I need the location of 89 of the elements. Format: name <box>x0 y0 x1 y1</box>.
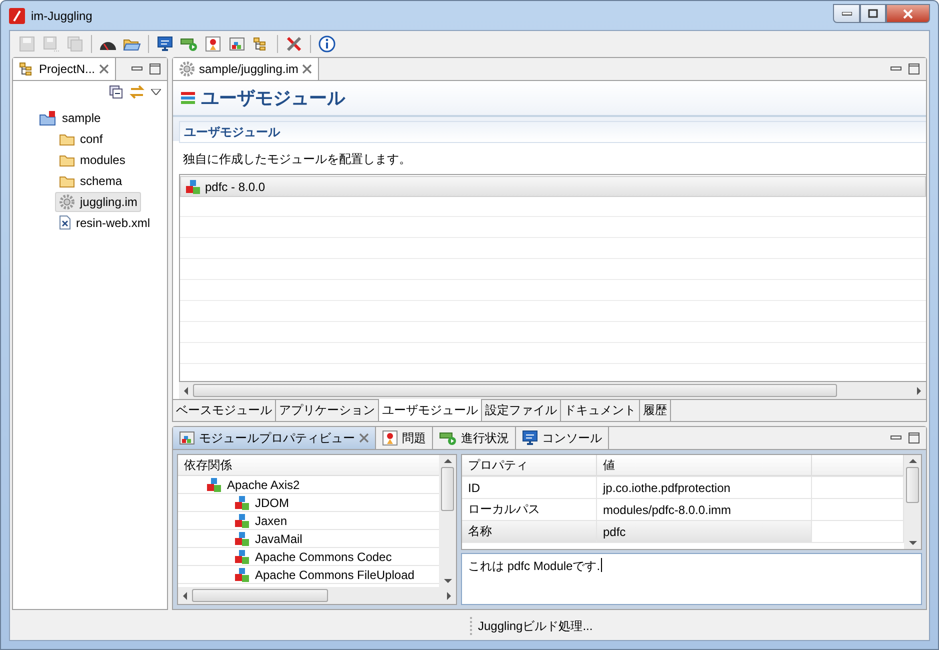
tree-item[interactable]: conf <box>55 130 107 148</box>
left-arrow-icon <box>183 386 189 394</box>
dependency-name: Jaxen <box>255 514 288 528</box>
blocks-icon <box>234 548 250 564</box>
up-arrow-icon <box>908 458 916 464</box>
module-row[interactable]: pdfc - 8.0.0 <box>180 176 926 197</box>
page-tab[interactable]: 履歴 <box>640 400 671 421</box>
dependency-name: Apache Commons FileUpload <box>255 568 414 582</box>
file-icon <box>59 215 71 230</box>
maximize-icon <box>908 432 920 444</box>
right-arrow-icon <box>446 592 452 600</box>
maximize-icon <box>868 9 878 18</box>
column-header[interactable]: 値 <box>597 455 812 476</box>
description-field[interactable]: これは pdfc Moduleです. <box>461 553 922 605</box>
minimize-button[interactable] <box>833 4 860 23</box>
vertical-scrollbar[interactable] <box>904 455 921 549</box>
blocks-icon <box>234 494 250 510</box>
blocks-icon <box>206 476 222 492</box>
stack-icon <box>181 91 195 105</box>
table-cell: 名称 <box>462 521 597 542</box>
floppy-disks-icon <box>67 36 83 52</box>
editor-tab[interactable]: sample/juggling.im <box>173 58 320 80</box>
minimize-icon <box>842 12 852 16</box>
page-tab[interactable]: 設定ファイル <box>482 400 561 421</box>
gear-icon <box>59 194 75 210</box>
folder-icon <box>59 132 75 146</box>
blocks-icon <box>185 178 201 194</box>
link-arrows-icon <box>129 85 145 99</box>
table-cell: jp.co.iothe.pdfprotection <box>597 477 812 498</box>
app-logo-icon <box>9 8 25 24</box>
monitor-icon <box>522 430 538 446</box>
close-icon <box>99 64 110 74</box>
vertical-scrollbar[interactable] <box>439 455 456 587</box>
close-button[interactable] <box>886 4 930 23</box>
folder-icon <box>59 174 75 188</box>
status-text: Jugglingビルド処理... <box>478 618 593 634</box>
blocks-icon <box>234 512 250 528</box>
problems-icon <box>205 36 221 52</box>
gear-icon <box>179 61 195 77</box>
maximize-button[interactable] <box>860 4 886 23</box>
collapse-all-icon <box>109 85 123 99</box>
table-cell: modules/pdfc-8.0.0.imm <box>597 499 812 520</box>
blocks-icon <box>234 566 250 582</box>
maximize-icon <box>908 63 920 75</box>
info-icon <box>318 35 336 53</box>
maximize-icon <box>149 63 161 75</box>
window-title: im-Juggling <box>31 8 92 22</box>
problems-icon <box>382 430 398 446</box>
table-cell: ID <box>462 477 597 498</box>
tree-item[interactable]: sample <box>35 108 105 128</box>
up-arrow-icon <box>444 458 452 464</box>
view-tab[interactable]: ProjectN... <box>13 58 116 80</box>
horizontal-scrollbar[interactable] <box>178 587 456 604</box>
close-icon <box>302 64 312 74</box>
section-description: 独自に作成したモジュールを配置します。 <box>182 151 412 168</box>
dependency-name: JDOM <box>255 496 289 510</box>
tree-item[interactable]: resin-web.xml <box>55 213 154 232</box>
page-tab[interactable]: ユーザモジュール <box>379 399 482 421</box>
dependency-name: Apache Axis2 <box>227 478 300 492</box>
progress-icon <box>180 36 198 52</box>
project-folder-icon <box>39 110 57 126</box>
horizontal-scrollbar[interactable] <box>179 382 926 399</box>
section-title: ユーザモジュール <box>179 121 926 143</box>
close-icon <box>359 433 369 443</box>
right-arrow-icon <box>916 386 922 394</box>
progress-icon <box>439 430 457 446</box>
page-heading: ユーザモジュール <box>201 87 345 110</box>
down-arrow-icon <box>908 540 916 546</box>
dependency-name: Apache Commons Codec <box>255 550 392 564</box>
tree-item[interactable]: schema <box>55 172 126 190</box>
dependency-name: JavaMail <box>255 532 302 546</box>
left-arrow-icon <box>182 592 188 600</box>
monitor-icon <box>157 36 173 52</box>
window-icon <box>229 36 245 52</box>
table-cell: pdfc <box>597 521 812 542</box>
folder-icon <box>59 152 75 166</box>
column-header[interactable]: プロパティ <box>462 455 597 476</box>
down-arrow-icon <box>444 578 452 584</box>
dropdown-icon <box>151 89 161 95</box>
blocks-icon <box>234 530 250 546</box>
close-icon <box>903 8 913 18</box>
tree-item[interactable]: modules <box>55 150 130 168</box>
table-cell: ローカルパス <box>462 499 597 520</box>
view-tab[interactable]: モジュールプロパティビュー <box>173 427 376 449</box>
window-icon <box>179 430 195 446</box>
toolbar-button[interactable] <box>316 33 338 55</box>
page-tab[interactable]: ベースモジュール <box>173 400 276 421</box>
tools-icon <box>285 35 303 53</box>
tree-item[interactable]: juggling.im <box>55 192 142 212</box>
